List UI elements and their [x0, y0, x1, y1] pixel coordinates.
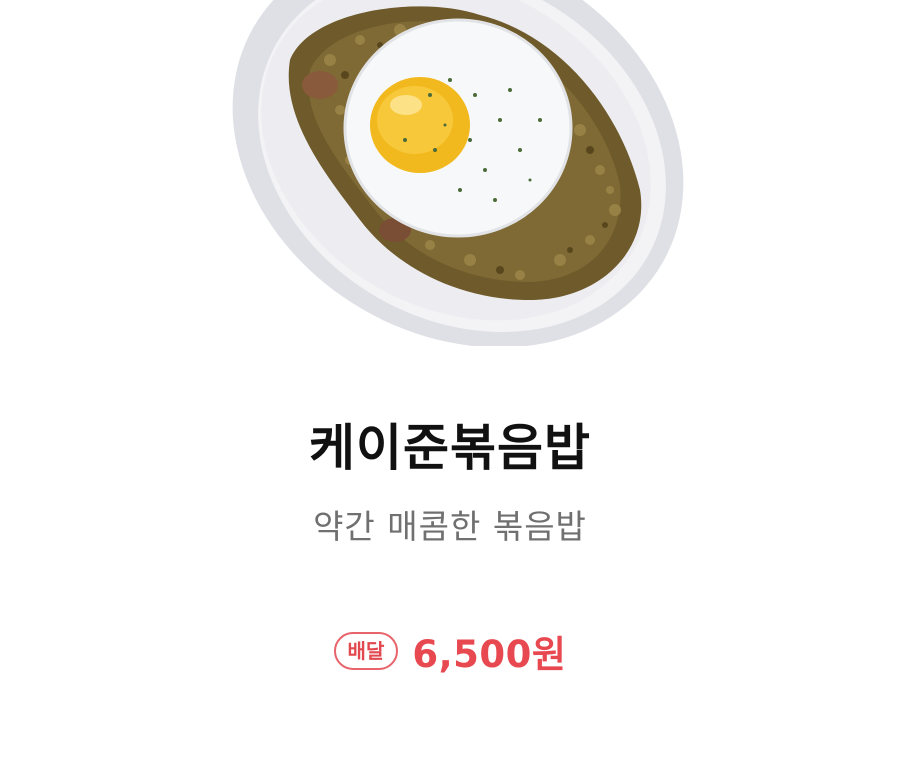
price-row: 배달 6,500원 — [0, 624, 900, 678]
delivery-badge: 배달 — [333, 632, 399, 670]
menu-item-price: 6,500원 — [412, 633, 567, 676]
menu-item-name: 케이준볶음밥 — [309, 419, 591, 477]
menu-item-description: 약간 매콤한 볶음밥 — [313, 507, 587, 546]
menu-item-photo — [220, 0, 690, 346]
